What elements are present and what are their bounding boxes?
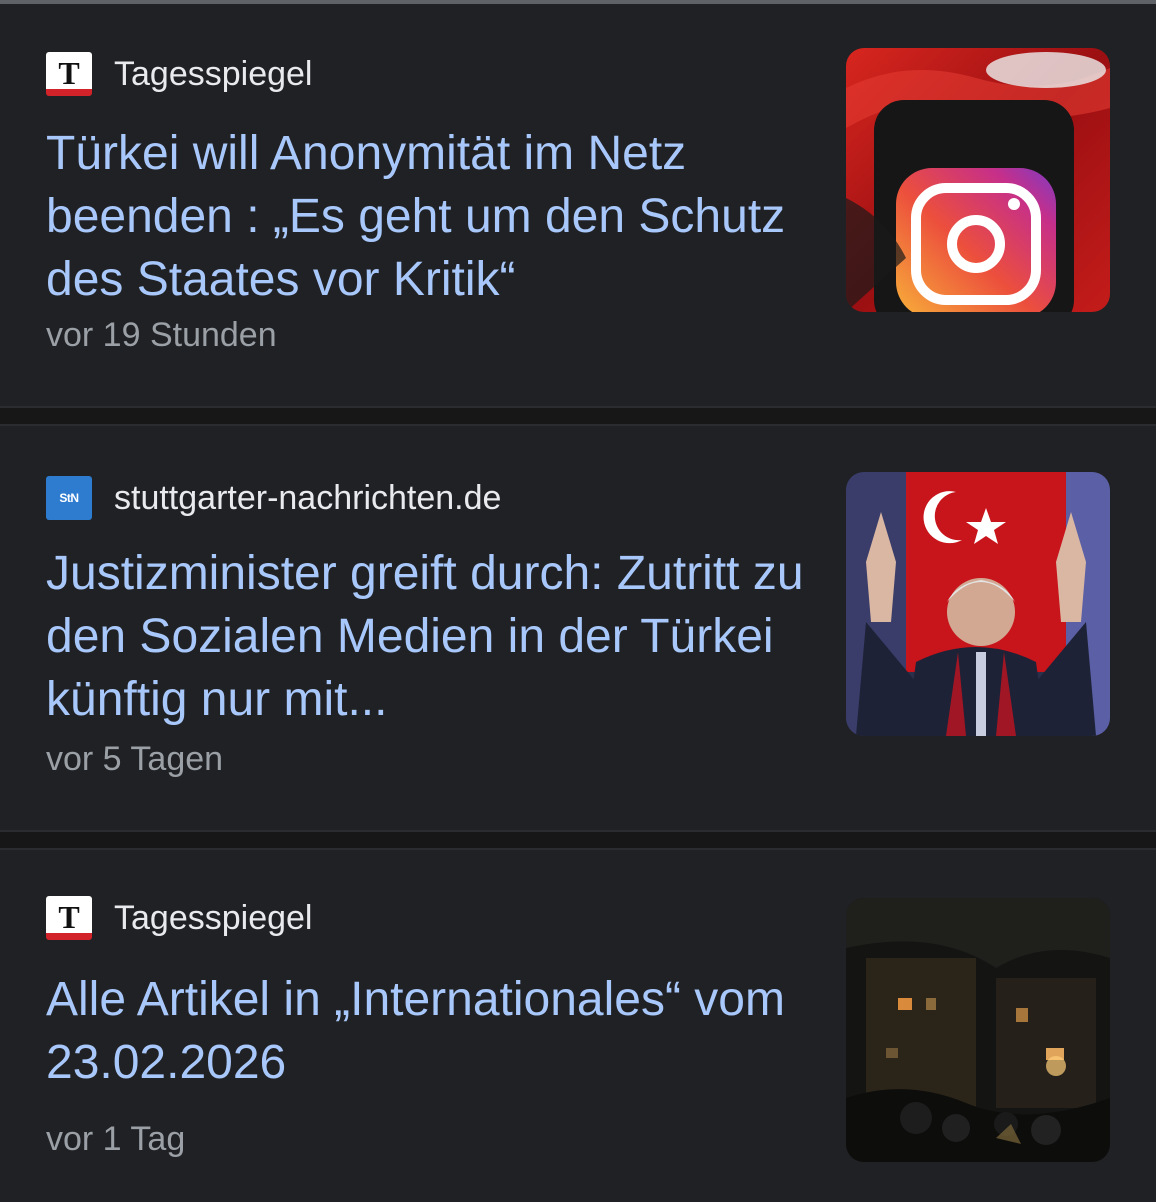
news-card[interactable]: T Tagesspiegel Alle Artikel in „Internat…: [0, 850, 1156, 1202]
timestamp: vor 19 Stunden: [46, 316, 277, 354]
source-name: Tagesspiegel: [114, 55, 313, 93]
instagram-logo-icon: [846, 48, 1110, 312]
favicon-letter: T: [58, 54, 80, 91]
stuttgarter-nachrichten-icon: StN: [46, 476, 92, 520]
headline-link[interactable]: Türkei will Anonymität im Netz beenden :…: [46, 122, 816, 311]
night-street-scene-icon: [846, 898, 1110, 1162]
source-name: stuttgarter-nachrichten.de: [114, 479, 502, 517]
tagesspiegel-icon: T: [46, 896, 92, 940]
thumbnail-image[interactable]: [846, 898, 1110, 1162]
tagesspiegel-icon: T: [46, 52, 92, 96]
thumbnail-image[interactable]: [846, 472, 1110, 736]
source-row: T Tagesspiegel: [46, 896, 312, 940]
news-feed: T Tagesspiegel Türkei will Anonymität im…: [0, 4, 1156, 1202]
source-name: Tagesspiegel: [114, 899, 313, 937]
headline-link[interactable]: Justizminister greift durch: Zutritt zu …: [46, 542, 816, 731]
thumbnail-image[interactable]: [846, 48, 1110, 312]
timestamp: vor 1 Tag: [46, 1120, 186, 1158]
news-card[interactable]: StN stuttgarter-nachrichten.de Justizmin…: [0, 426, 1156, 830]
source-row: StN stuttgarter-nachrichten.de: [46, 476, 501, 520]
politician-with-flag-icon: [846, 472, 1110, 736]
source-row: T Tagesspiegel: [46, 52, 312, 96]
news-card[interactable]: T Tagesspiegel Türkei will Anonymität im…: [0, 4, 1156, 406]
card-separator: [0, 406, 1156, 426]
card-separator: [0, 830, 1156, 850]
favicon-letter: T: [58, 898, 80, 935]
timestamp: vor 5 Tagen: [46, 740, 224, 778]
headline-link[interactable]: Alle Artikel in „Internationales“ vom 23…: [46, 968, 816, 1094]
favicon-letter: StN: [59, 491, 79, 505]
